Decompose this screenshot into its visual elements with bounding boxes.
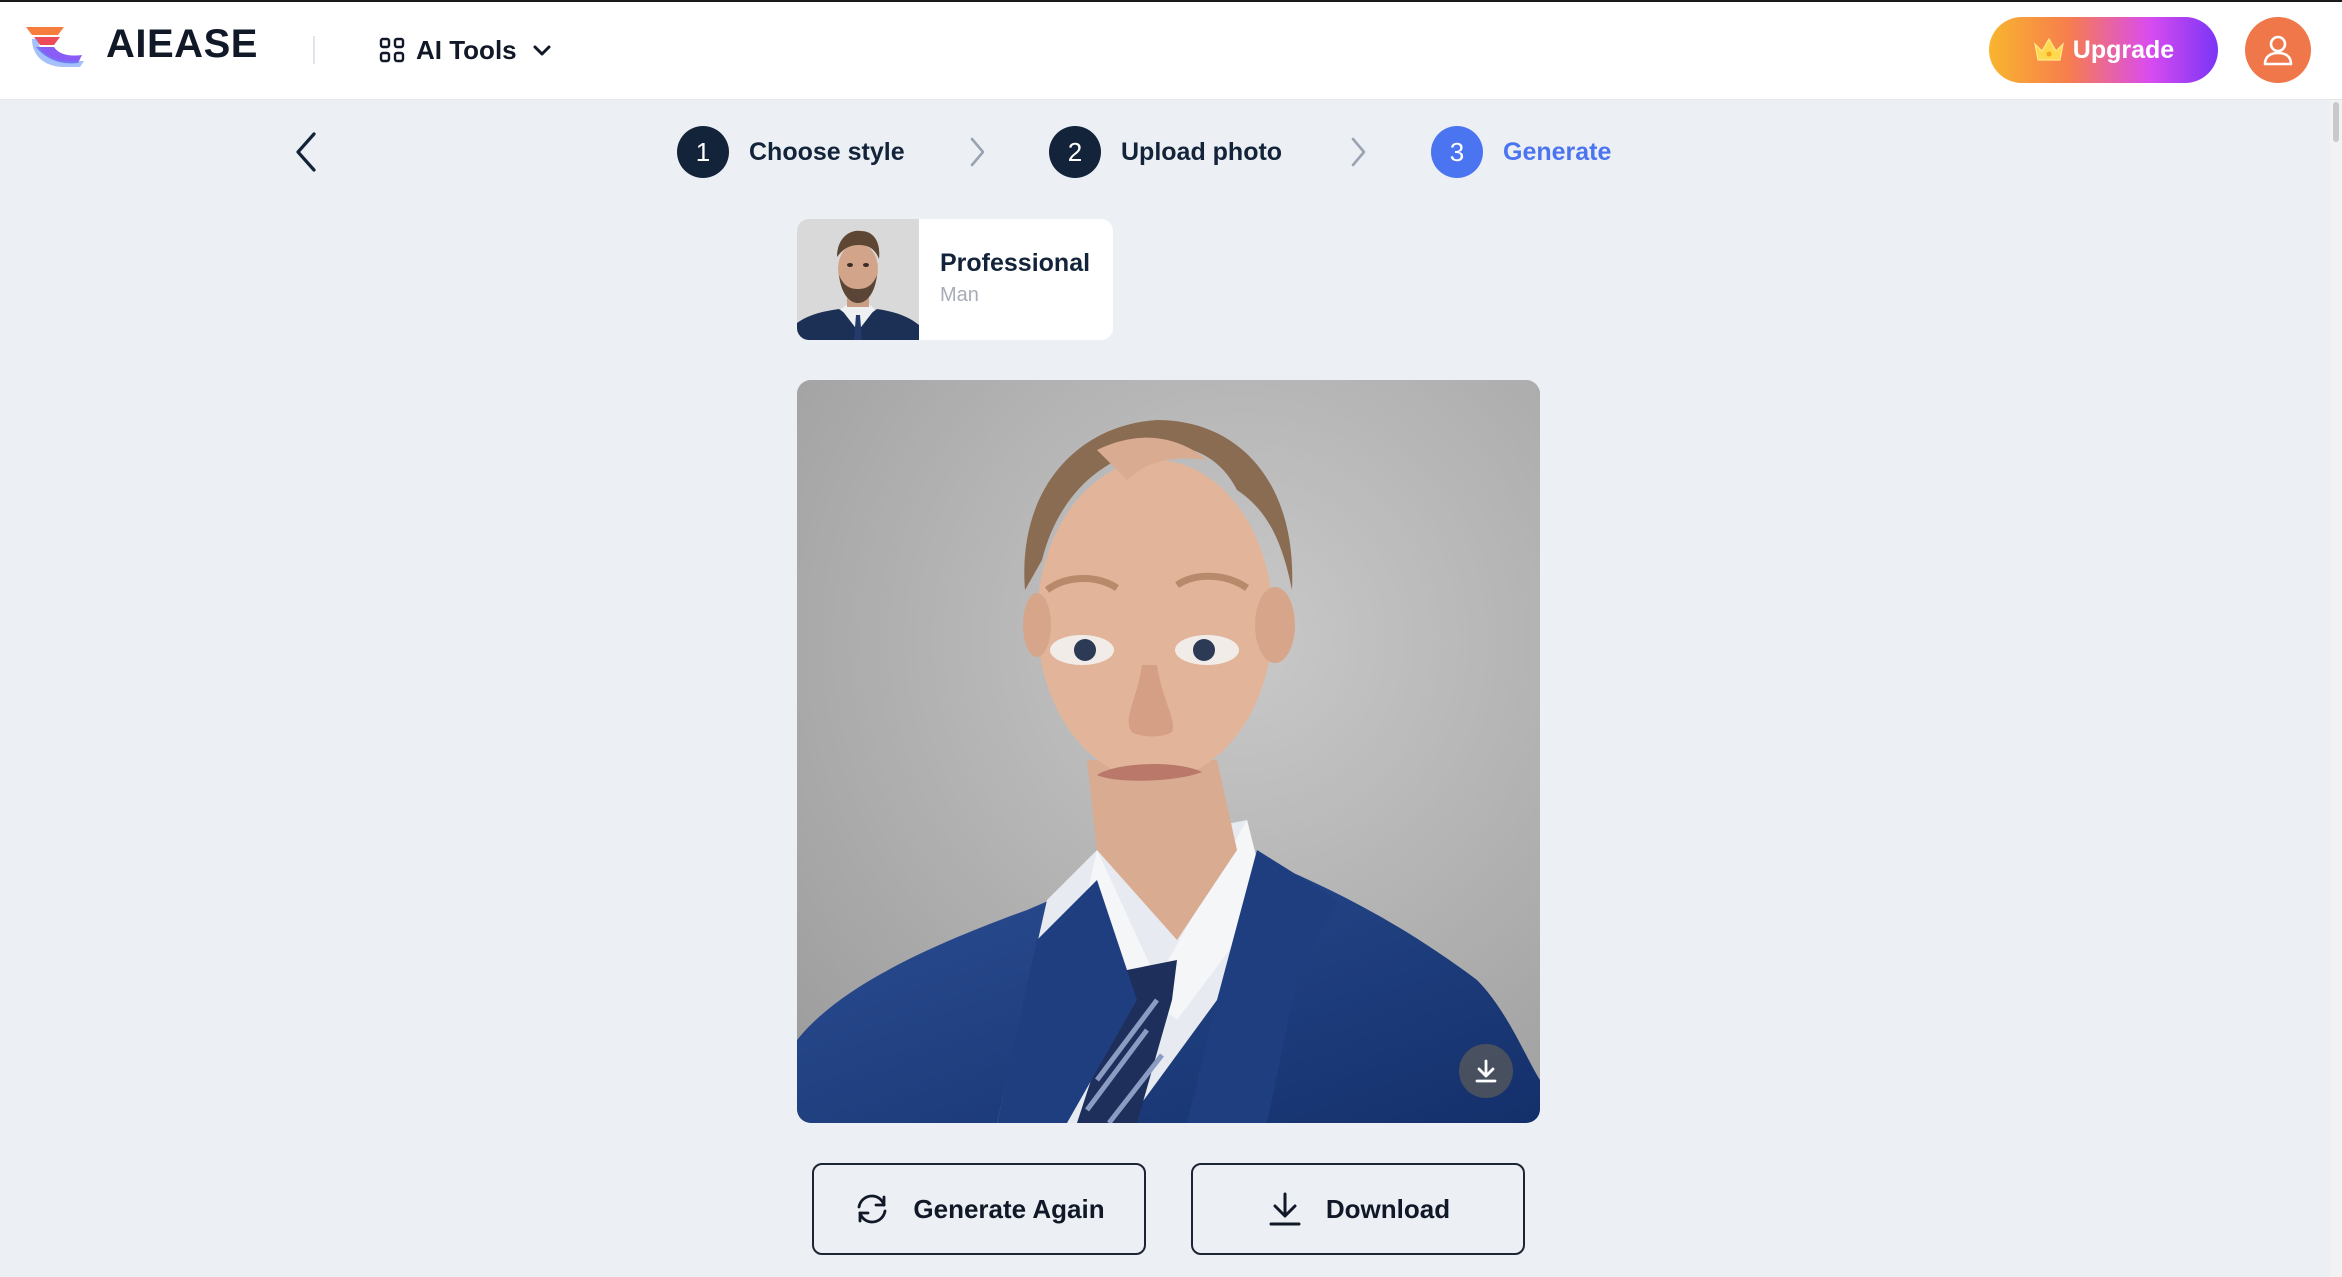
ai-tools-label: AI Tools [416, 34, 517, 65]
ai-tools-menu[interactable]: AI Tools [378, 30, 553, 70]
grid-icon [379, 37, 405, 63]
chevron-right-icon [970, 137, 985, 167]
generate-again-button[interactable]: Generate Again [812, 1163, 1146, 1255]
step-number: 1 [677, 126, 729, 178]
chevron-down-icon [533, 45, 551, 56]
download-button[interactable]: Download [1191, 1163, 1525, 1255]
back-arrow-icon[interactable] [286, 128, 326, 176]
logo[interactable]: AIEASE [24, 22, 258, 67]
generate-again-label: Generate Again [913, 1193, 1105, 1224]
generated-portrait [797, 380, 1540, 1123]
style-info: Professional Man [919, 219, 1090, 340]
top-navigation-bar: AIEASE AI Tools Upgrade [0, 0, 2342, 100]
selected-style-card[interactable]: Professional Man [797, 219, 1113, 340]
page-scrollbar[interactable] [2330, 100, 2342, 1277]
scrollbar-thumb[interactable] [2333, 102, 2339, 142]
step-upload-photo[interactable]: 2 Upload photo [1049, 126, 1282, 178]
crown-icon [2033, 37, 2064, 61]
step-label: Generate [1503, 137, 1612, 166]
step-generate[interactable]: 3 Generate [1431, 126, 1611, 178]
style-subtitle: Man [940, 284, 979, 306]
window-top-edge [0, 0, 2342, 2]
user-icon [2263, 35, 2293, 66]
logo-text: AIEASE [106, 22, 258, 66]
image-download-button[interactable] [1459, 1044, 1513, 1098]
user-avatar-button[interactable] [2245, 17, 2311, 83]
style-name: Professional [940, 249, 1091, 277]
style-thumbnail [797, 219, 919, 340]
generated-image[interactable] [797, 380, 1540, 1123]
upgrade-button[interactable]: Upgrade [1989, 17, 2218, 83]
header-divider [313, 36, 315, 64]
step-label: Upload photo [1121, 137, 1283, 166]
page: AIEASE AI Tools Upgrade 1 Choose style 2… [0, 0, 2342, 1277]
step-number: 3 [1431, 126, 1483, 178]
logo-mark-icon [26, 26, 84, 67]
refresh-icon [857, 1194, 887, 1224]
download-label: Download [1325, 1193, 1451, 1224]
download-icon [1475, 1059, 1497, 1083]
step-label: Choose style [749, 137, 905, 166]
upgrade-label: Upgrade [2072, 35, 2175, 64]
download-icon [1269, 1192, 1301, 1226]
step-number: 2 [1049, 126, 1101, 178]
chevron-right-icon [1351, 137, 1366, 167]
step-choose-style[interactable]: 1 Choose style [677, 126, 905, 178]
